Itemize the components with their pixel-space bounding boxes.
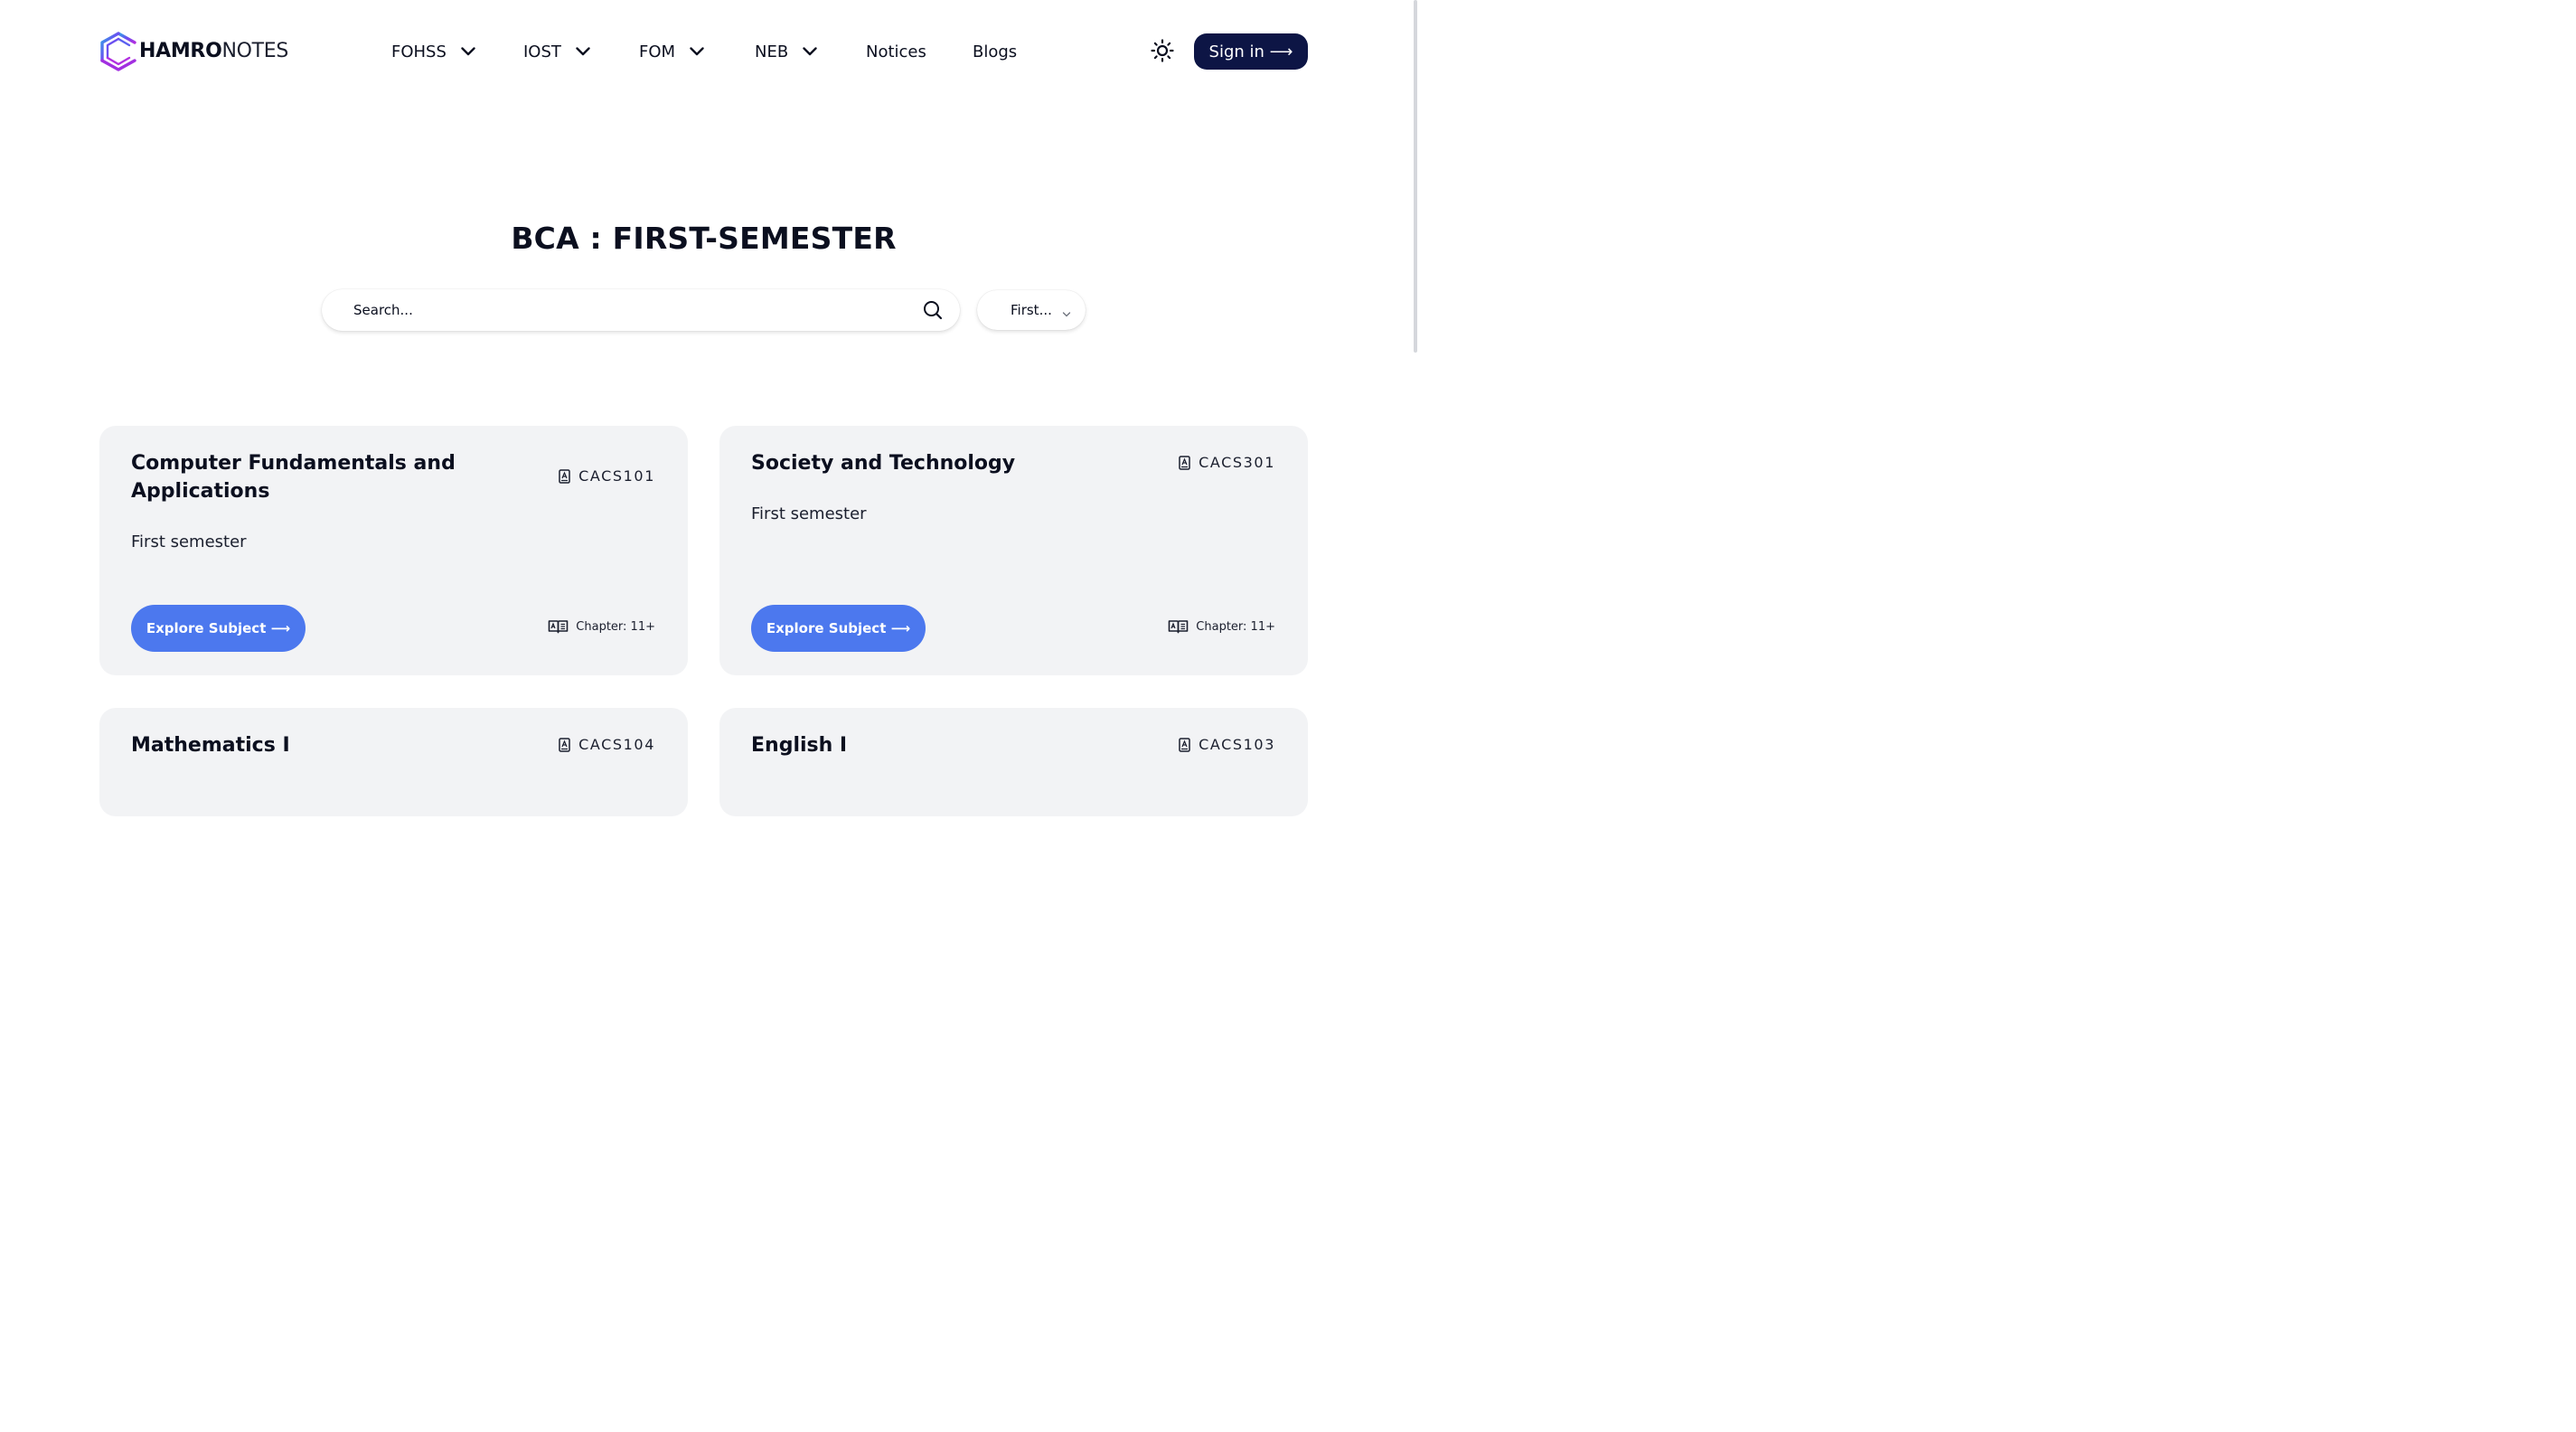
book-icon	[1179, 455, 1190, 470]
chapter-count-text: Chapter: 11+	[576, 619, 655, 634]
chapter-count-text: Chapter: 11+	[1196, 619, 1275, 634]
nav-item-label: FOHSS	[391, 42, 447, 61]
subject-semester: First semester	[131, 532, 247, 551]
semester-select[interactable]: First...	[977, 290, 1086, 330]
subject-title[interactable]: Mathematics I	[131, 731, 475, 759]
open-book-icon	[548, 619, 569, 634]
search-icon[interactable]	[922, 299, 944, 321]
subject-code-text: CACS301	[1199, 454, 1275, 471]
subject-code: CACS101	[559, 467, 655, 485]
subject-card: English I CACS103	[719, 708, 1308, 816]
chevron-down-icon	[803, 47, 817, 56]
theme-toggle-button[interactable]	[1144, 34, 1180, 71]
brand-logo[interactable]: HAMRONOTES	[99, 31, 288, 72]
explore-subject-button[interactable]: Explore Subject ⟶	[131, 605, 306, 652]
chevron-down-icon	[690, 47, 704, 56]
explore-subject-button[interactable]: Explore Subject ⟶	[751, 605, 926, 652]
sign-in-button[interactable]: Sign in ⟶	[1194, 33, 1308, 70]
open-book-icon	[1168, 619, 1189, 634]
chapter-count: Chapter: 11+	[548, 619, 655, 634]
nav-item-label: FOM	[639, 42, 676, 61]
book-icon	[559, 468, 570, 484]
page-title: BCA : FIRST-SEMESTER	[511, 221, 897, 256]
book-icon	[1179, 737, 1190, 752]
nav-item-fom[interactable]: FOM	[639, 33, 704, 71]
semester-select-value: First...	[1011, 302, 1052, 318]
chevron-down-icon	[576, 47, 590, 56]
subject-title[interactable]: Society and Technology	[751, 449, 1095, 477]
search-bar	[322, 289, 960, 331]
book-icon	[559, 737, 570, 752]
site-header: HAMRONOTES FOHSS IOST FOM NEB Notices Bl…	[0, 0, 1417, 103]
sun-icon	[1151, 39, 1174, 66]
subject-title[interactable]: Computer Fundamentals and Applications	[131, 449, 475, 505]
chevron-down-icon	[461, 47, 475, 56]
nav-item-blogs[interactable]: Blogs	[973, 33, 1017, 71]
page-root: HAMRONOTES FOHSS IOST FOM NEB Notices Bl…	[0, 0, 1417, 816]
nav-item-iost[interactable]: IOST	[523, 33, 590, 71]
nav-item-label: NEB	[755, 42, 789, 61]
chapter-count: Chapter: 11+	[1168, 619, 1275, 634]
brand-name-bold: HAMRO	[139, 40, 222, 62]
nav-item-neb[interactable]: NEB	[755, 33, 817, 71]
subject-code-text: CACS103	[1199, 736, 1275, 753]
nav-item-label: Blogs	[973, 42, 1018, 61]
nav-item-label: IOST	[523, 42, 561, 61]
subject-code: CACS104	[559, 736, 655, 753]
nav-item-notices[interactable]: Notices	[866, 33, 926, 71]
hexagon-logo-icon	[99, 31, 137, 72]
subject-code-text: CACS104	[578, 736, 655, 753]
subject-card: Society and Technology CACS301 First sem…	[719, 426, 1308, 675]
search-input[interactable]	[353, 297, 914, 324]
subject-card: Mathematics I CACS104	[99, 708, 688, 816]
brand-name: HAMRONOTES	[139, 31, 288, 72]
nav-item-label: Notices	[866, 42, 926, 61]
subject-card: Computer Fundamentals and Applications C…	[99, 426, 688, 675]
scrollbar[interactable]	[1414, 0, 1417, 787]
nav-item-fohss[interactable]: FOHSS	[391, 33, 475, 71]
subject-code: CACS301	[1179, 454, 1275, 471]
brand-name-light: NOTES	[221, 40, 289, 62]
chevron-down-icon	[1062, 306, 1071, 322]
subject-code: CACS103	[1179, 736, 1275, 753]
subject-semester: First semester	[751, 504, 867, 523]
subject-code-text: CACS101	[578, 467, 655, 485]
subject-title[interactable]: English I	[751, 731, 1095, 759]
